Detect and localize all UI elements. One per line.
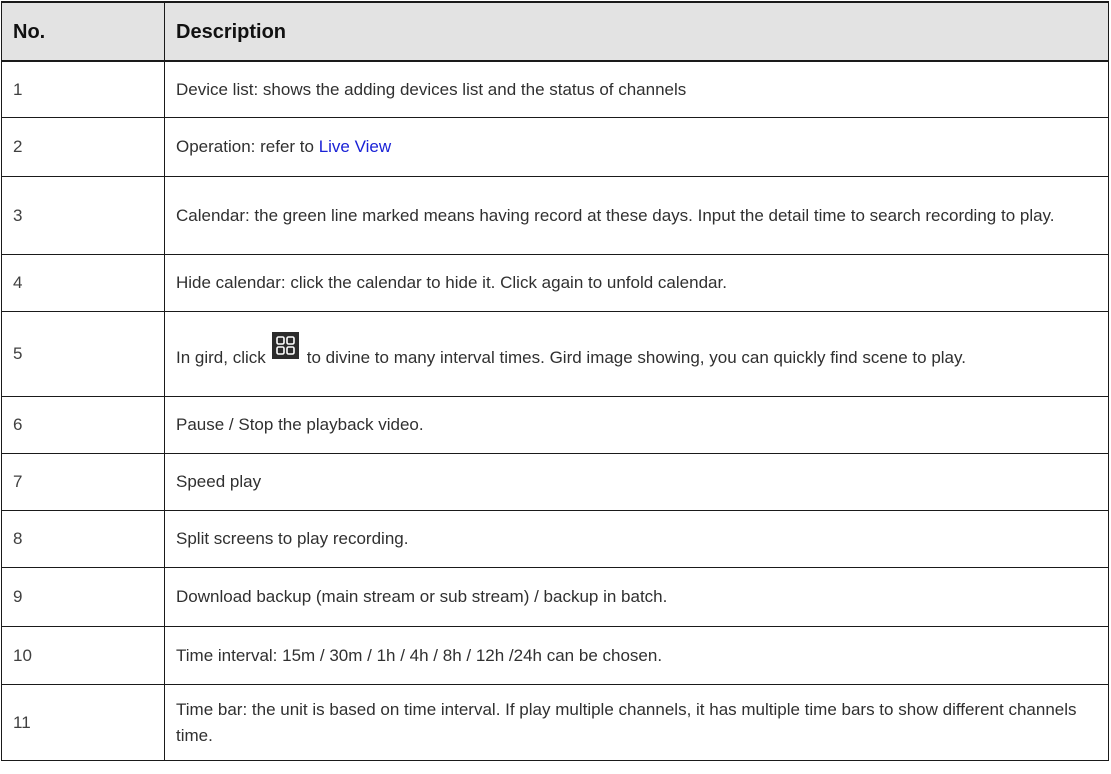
column-header-description: Description	[164, 1, 1109, 62]
table-row: 9 Download backup (main stream or sub st…	[1, 567, 1109, 627]
column-header-number: No.	[1, 1, 165, 62]
row-number: 4	[1, 254, 165, 312]
table-row: 7 Speed play	[1, 453, 1109, 511]
row-description: Operation: refer to Live View	[164, 117, 1109, 177]
table-row: 5 In gird, click to divine to many interv…	[1, 311, 1109, 397]
row-description: In gird, click to divine to many interval…	[164, 311, 1109, 397]
row-number: 8	[1, 510, 165, 568]
row-number: 1	[1, 60, 165, 118]
table-row: 2 Operation: refer to Live View	[1, 117, 1109, 177]
table-row: 4 Hide calendar: click the calendar to h…	[1, 254, 1109, 312]
row-description: Pause / Stop the playback video.	[164, 396, 1109, 454]
row-description: Speed play	[164, 453, 1109, 511]
row-number: 7	[1, 453, 165, 511]
row-number: 10	[1, 626, 165, 685]
table-row: 3 Calendar: the green line marked means …	[1, 176, 1109, 255]
row-description: Time interval: 15m / 30m / 1h / 4h / 8h …	[164, 626, 1109, 685]
row-number: 2	[1, 117, 165, 177]
row-description: Split screens to play recording.	[164, 510, 1109, 568]
row-number: 5	[1, 311, 165, 397]
row-description: Time bar: the unit is based on time inte…	[164, 684, 1109, 761]
live-view-link[interactable]: Live View	[319, 137, 391, 156]
row-description-text: to divine to many interval times. Gird i…	[306, 347, 966, 367]
row-number: 3	[1, 176, 165, 255]
row-description: Device list: shows the adding devices li…	[164, 60, 1109, 118]
table-row: 10 Time interval: 15m / 30m / 1h / 4h / …	[1, 626, 1109, 685]
table-row: 1 Device list: shows the adding devices …	[1, 60, 1109, 118]
row-number: 6	[1, 396, 165, 454]
table-header-row: No. Description	[1, 1, 1109, 62]
row-number: 11	[1, 684, 165, 761]
description-table: No. Description 1 Device list: shows the…	[1, 1, 1109, 761]
table-row: 8 Split screens to play recording.	[1, 510, 1109, 568]
grid-view-icon	[271, 331, 299, 359]
row-description: Download backup (main stream or sub stre…	[164, 567, 1109, 627]
row-description-text: In gird, click	[176, 347, 266, 367]
row-description-text: Operation: refer to	[176, 137, 319, 156]
row-description: Hide calendar: click the calendar to hid…	[164, 254, 1109, 312]
table-row: 11 Time bar: the unit is based on time i…	[1, 684, 1109, 761]
row-description: Calendar: the green line marked means ha…	[164, 176, 1109, 255]
row-number: 9	[1, 567, 165, 627]
table-row: 6 Pause / Stop the playback video.	[1, 396, 1109, 454]
